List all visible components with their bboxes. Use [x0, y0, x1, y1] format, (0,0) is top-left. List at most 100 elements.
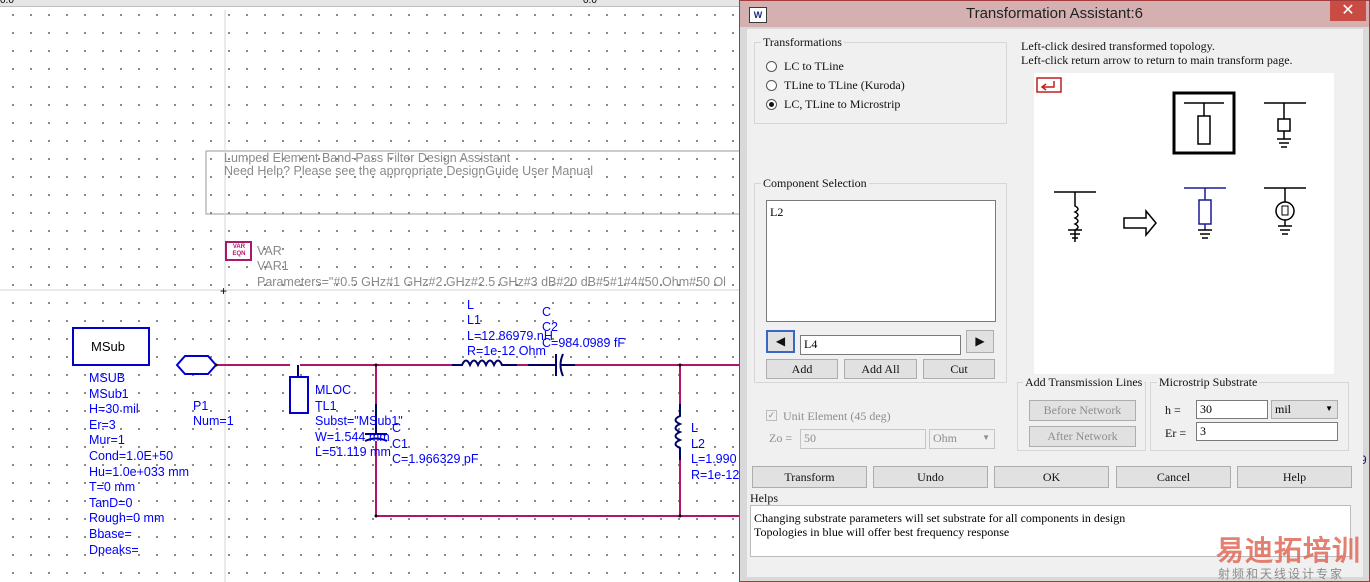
var-type: VAR — [257, 244, 282, 258]
l1-line: R=1e-12 Ohm — [467, 344, 546, 358]
c1-line: C — [392, 421, 402, 435]
var-name: VAR1 — [257, 259, 289, 273]
msub-line: Rough=0 mm — [89, 511, 165, 526]
help-line: Changing substrate parameters will set s… — [754, 511, 1126, 525]
undo-button[interactable]: Undo — [873, 466, 988, 488]
close-icon: ✕ — [1341, 2, 1355, 19]
title-bar[interactable]: W Transformation Assistant:6 ✕ — [740, 1, 1369, 27]
watermark-title: 易迪拓培训 — [1216, 534, 1362, 567]
radio-lc-to-tline[interactable] — [766, 61, 777, 72]
design-note-line1: Lumped Element Band-Pass Filter Design A… — [224, 151, 511, 165]
msub-params: MSUB MSub1 H=30 mil Er=3 Mur=1 Cond=1.0E… — [89, 371, 189, 557]
radio-kuroda[interactable] — [766, 80, 777, 91]
unit-element-label: Unit Element (45 deg) — [783, 409, 891, 423]
radio-microstrip[interactable] — [766, 99, 777, 110]
msub-box-label: MSub — [91, 339, 125, 354]
design-note-line2: Need Help? Please see the appropriate De… — [224, 164, 593, 178]
l2-line: L=1.990 — [691, 452, 737, 466]
ok-button[interactable]: OK — [994, 466, 1109, 488]
instruction-line: Left-click desired transformed topology. — [1021, 39, 1215, 53]
zo-field[interactable]: 50 — [800, 429, 926, 449]
c2-line: C2 — [542, 320, 558, 334]
component-list-item[interactable]: L2 — [770, 201, 995, 220]
watermark-subtitle: 射频和天线设计专家 — [1218, 567, 1345, 581]
msub-line: MSub1 — [89, 386, 129, 401]
mloc-line: L=51.119 mm — [315, 445, 391, 459]
mloc-line: TL1 — [315, 399, 337, 413]
cut-button[interactable]: Cut — [923, 359, 995, 379]
radio-kuroda-label[interactable]: TLine to TLine (Kuroda) — [784, 78, 905, 93]
l2-line: R=1e-12 — [691, 468, 740, 482]
port-label: P1 — [193, 399, 209, 413]
return-arrow-icon — [1036, 77, 1062, 93]
dialog-title: Transformation Assistant:6 — [965, 5, 1144, 22]
radio-microstrip-label[interactable]: LC, TLine to Microstrip — [784, 97, 900, 112]
radio-lc-to-tline-label[interactable]: LC to TLine — [784, 59, 844, 74]
arrow-right-icon: ▶ — [975, 334, 985, 348]
c2-line: C=984.0989 fF — [542, 336, 626, 350]
c2-line: C — [542, 305, 552, 319]
add-button[interactable]: Add — [766, 359, 838, 379]
msub-line: Mur=1 — [89, 433, 125, 448]
msub-line: Hu=1.0e+033 mm — [89, 464, 190, 479]
cursor-icon: + — [220, 284, 227, 298]
cancel-button[interactable]: Cancel — [1116, 466, 1231, 488]
transformations-legend: Transformations — [761, 35, 844, 50]
h-label: h = — [1165, 403, 1181, 417]
topology-panel[interactable] — [1034, 73, 1334, 374]
mloc-line: MLOC — [315, 383, 352, 397]
msub-line: Dpeaks= — [89, 542, 139, 557]
msub-line: T=0 mm — [89, 480, 136, 495]
instruction-line: Left-click return arrow to return to mai… — [1021, 53, 1293, 67]
h-unit-value: mil — [1275, 402, 1292, 416]
port-num: Num=1 — [193, 414, 234, 428]
msub-line: MSUB — [89, 371, 126, 385]
topology-series-stub-selected — [1172, 91, 1236, 155]
before-network-button[interactable]: Before Network — [1029, 400, 1136, 421]
zo-unit-select[interactable]: Ohm ▼ — [929, 429, 995, 449]
add-all-button[interactable]: Add All — [844, 359, 917, 379]
mloc-line: W=1.544 mm — [315, 430, 390, 444]
after-network-button[interactable]: After Network — [1029, 426, 1136, 447]
inductor-l2-symbol — [674, 404, 683, 460]
l2-line: L — [691, 421, 698, 435]
l1-line: L — [467, 298, 474, 312]
unit-element-checkbox[interactable]: ✓ — [766, 410, 777, 421]
mloc-line: Subst="MSub1" — [315, 414, 403, 428]
msub-line: Er=3 — [89, 417, 116, 432]
prev-component-button[interactable]: ◀ — [766, 330, 795, 353]
chevron-down-icon: ▼ — [1325, 404, 1333, 413]
transformation-assistant-dialog: W Transformation Assistant:6 ✕ 9 Transfo… — [739, 0, 1370, 582]
help-button[interactable]: Help — [1237, 466, 1352, 488]
c1-line: C=1.966329 pF — [392, 452, 479, 466]
zo-label: Zo = — [769, 431, 793, 445]
helps-legend: Helps — [750, 491, 778, 505]
dialog-client: Transformations LC to TLine TLine to TLi… — [747, 29, 1363, 577]
chevron-down-icon: ▼ — [982, 433, 990, 442]
transform-button[interactable]: Transform — [752, 466, 867, 488]
add-tlines-legend: Add Transmission Lines — [1023, 375, 1145, 390]
substrate-legend: Microstrip Substrate — [1157, 375, 1260, 390]
next-component-button[interactable]: ▶ — [966, 330, 994, 353]
arrow-left-icon: ◀ — [775, 334, 786, 348]
zo-unit-value: Ohm — [933, 431, 957, 445]
close-button[interactable]: ✕ — [1330, 1, 1366, 21]
msub-line: Cond=1.0E+50 — [89, 448, 174, 463]
current-component-field[interactable]: L4 — [800, 335, 961, 355]
l1-line: L1 — [467, 313, 481, 327]
er-field[interactable]: 3 — [1196, 422, 1338, 441]
l1-line: L=12.86979 nH — [467, 329, 553, 343]
var-params: Parameters="#0.5 GHz#1 GHz#2 GHz#2.5 GHz… — [257, 275, 726, 289]
c1-line: C1 — [392, 437, 408, 451]
er-label: Er = — [1165, 426, 1187, 440]
component-list[interactable]: L2 — [766, 200, 996, 322]
inductor-l1-symbol — [452, 359, 517, 368]
mloc-tl1-symbol — [289, 376, 309, 414]
var-icon-label: VAR EQN — [232, 244, 246, 257]
msub-line: Bbase= — [89, 526, 132, 541]
msub-line: TanD=0 — [89, 495, 133, 510]
h-field[interactable]: 30 — [1196, 400, 1268, 419]
msub-line: H=30 mil — [89, 402, 139, 417]
h-unit-select[interactable]: mil ▼ — [1271, 400, 1338, 419]
l2-line: L2 — [691, 437, 705, 451]
